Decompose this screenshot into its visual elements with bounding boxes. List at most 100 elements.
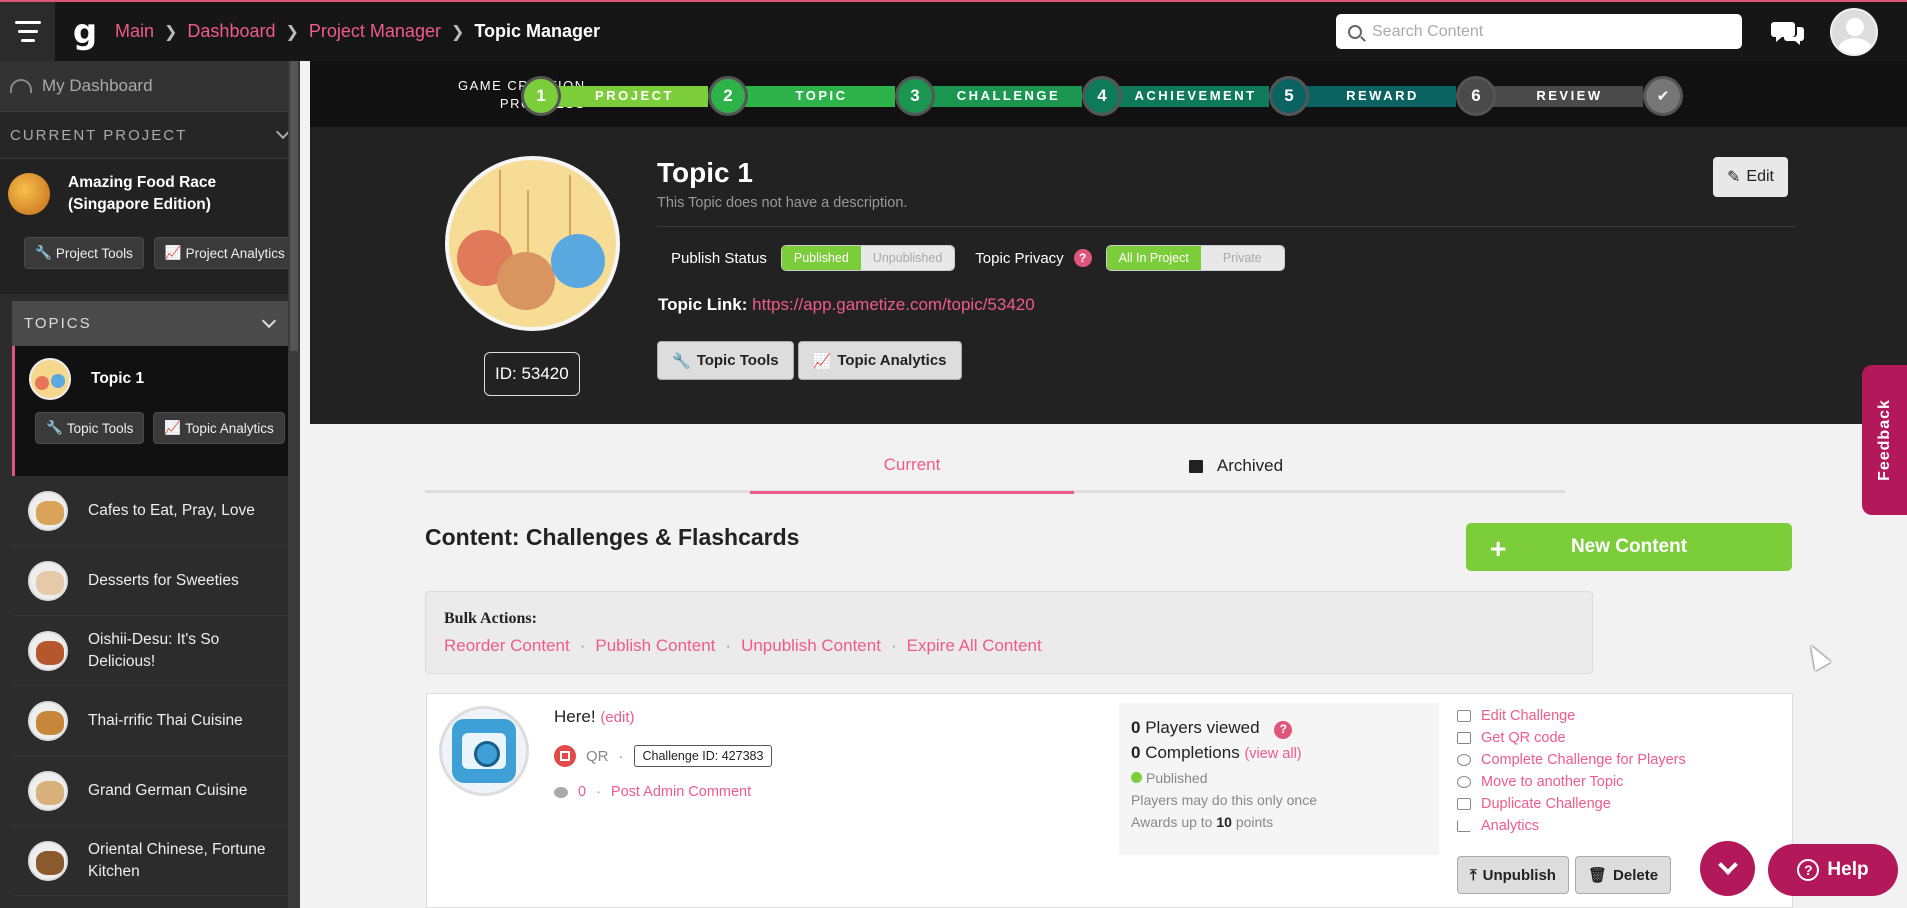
private-option[interactable]: Private bbox=[1200, 246, 1284, 270]
topic-privacy-label: Topic Privacy bbox=[975, 249, 1064, 267]
unpublished-option[interactable]: Unpublished bbox=[860, 246, 955, 270]
topic-privacy-toggle[interactable]: All In Project Private bbox=[1105, 245, 1285, 271]
wrench-icon: 🔧 bbox=[35, 245, 52, 260]
trash-icon: 🗑 bbox=[1587, 867, 1608, 884]
breadcrumb-project-manager[interactable]: Project Manager bbox=[309, 21, 441, 42]
breadcrumb-dashboard[interactable]: Dashboard bbox=[187, 21, 275, 42]
challenge-awards: Awards up to 10 points bbox=[1131, 814, 1274, 830]
gametize-logo[interactable]: g bbox=[55, 2, 115, 61]
challenge-status: Published bbox=[1146, 770, 1208, 786]
top-bar: g Main ❯ Dashboard ❯ Project Manager ❯ T… bbox=[0, 0, 1907, 61]
content-tabs: Current Archived bbox=[425, 438, 1565, 494]
tab-current[interactable]: Current bbox=[750, 438, 1074, 494]
challenge-buttons: ⤒ Unpublish 🗑 Delete bbox=[1457, 856, 1672, 894]
plus-icon: + bbox=[1490, 533, 1507, 564]
menu-icon[interactable] bbox=[0, 2, 55, 61]
chevron-right-icon: ❯ bbox=[285, 23, 299, 41]
progress-step-3[interactable]: 3 bbox=[895, 76, 935, 116]
complete-challenge-link[interactable]: Complete Challenge for Players bbox=[1457, 750, 1686, 769]
all-in-project-option[interactable]: All In Project bbox=[1106, 246, 1201, 270]
view-all-completions-link[interactable]: (view all) bbox=[1244, 746, 1301, 762]
help-icon[interactable]: ? bbox=[1073, 249, 1092, 267]
edit-challenge-link[interactable]: Edit Challenge bbox=[1457, 706, 1686, 725]
expire-all-content-link[interactable]: Expire All Content bbox=[907, 636, 1042, 656]
publish-content-link[interactable]: Publish Content bbox=[595, 636, 715, 656]
delete-button[interactable]: 🗑 Delete bbox=[1574, 856, 1672, 894]
analytics-link[interactable]: Analytics bbox=[1457, 816, 1686, 835]
progress-step-4[interactable]: 4 bbox=[1082, 76, 1122, 116]
progress-step-label: REWARD bbox=[1346, 88, 1419, 103]
post-admin-comment-link[interactable]: Post Admin Comment bbox=[611, 784, 751, 800]
arrow-circle-icon bbox=[1457, 775, 1471, 788]
unpublish-button[interactable]: ⤒ Unpublish bbox=[1457, 856, 1569, 894]
sidebar-item-topic[interactable]: Cafes to Eat, Pray, Love bbox=[12, 476, 288, 546]
tab-archived[interactable]: Archived bbox=[1074, 438, 1398, 494]
sidebar-item-topic[interactable]: Thai-rrific Thai Cuisine bbox=[12, 686, 288, 756]
topic-analytics-button[interactable]: 📈 Topic Analytics bbox=[797, 341, 962, 380]
topic-image bbox=[445, 156, 620, 331]
current-project-header[interactable]: CURRENT PROJECT bbox=[0, 111, 300, 159]
help-button[interactable]: ? Help bbox=[1768, 844, 1898, 896]
comments-count[interactable]: 0 bbox=[578, 784, 586, 800]
topic-tools-button[interactable]: 🔧 Topic Tools bbox=[657, 341, 794, 380]
project-tools-button[interactable]: 🔧 Project Tools bbox=[24, 237, 144, 269]
published-status-dot bbox=[1131, 772, 1142, 783]
content-title: Content: Challenges & Flashcards bbox=[425, 524, 800, 550]
progress-step-6[interactable]: 6 bbox=[1456, 76, 1496, 116]
project-analytics-button[interactable]: 📈 Project Analytics bbox=[153, 237, 296, 269]
chevron-right-icon: ❯ bbox=[450, 23, 465, 41]
challenge-title: Here! bbox=[554, 707, 596, 726]
progress-step-5[interactable]: 5 bbox=[1269, 76, 1309, 116]
help-label: Help bbox=[1827, 859, 1869, 880]
move-topic-link[interactable]: Move to another Topic bbox=[1457, 772, 1686, 791]
sidebar-topic-tools-button[interactable]: 🔧 Topic Tools bbox=[35, 412, 145, 444]
get-qr-code-link[interactable]: Get QR code bbox=[1457, 728, 1686, 747]
reorder-content-link[interactable]: Reorder Content bbox=[444, 636, 570, 656]
comments-row: 0 · Post Admin Comment bbox=[554, 784, 751, 800]
project-tools-label: Project Tools bbox=[55, 245, 133, 261]
progress-step-1[interactable]: 1 bbox=[521, 76, 561, 116]
scroll-down-button[interactable] bbox=[1700, 841, 1755, 896]
progress-step-2[interactable]: 2 bbox=[708, 76, 748, 116]
unpublish-content-link[interactable]: Unpublish Content bbox=[741, 636, 881, 656]
topic-link[interactable]: https://app.gametize.com/topic/53420 bbox=[752, 295, 1035, 314]
search-input[interactable] bbox=[1372, 22, 1712, 41]
progress-step-label: CHALLENGE bbox=[956, 88, 1061, 103]
challenge-meta: QR · Challenge ID: 427383 bbox=[554, 745, 773, 767]
breadcrumb-main[interactable]: Main bbox=[115, 21, 154, 42]
user-avatar[interactable] bbox=[1830, 8, 1878, 56]
sidebar-item-topic[interactable]: Grand German Cuisine bbox=[12, 756, 288, 826]
sidebar-scrollbar[interactable] bbox=[288, 61, 300, 908]
main-content: GAME CREATION PROGRESS PROJECT1TOPIC2CHA… bbox=[310, 61, 1907, 908]
published-option[interactable]: Published bbox=[781, 246, 861, 270]
edit-challenge-inline-link[interactable]: (edit) bbox=[600, 709, 634, 726]
project-thumbnail bbox=[8, 173, 50, 215]
check-icon[interactable]: ✔ bbox=[1643, 76, 1683, 116]
edit-icon bbox=[1457, 709, 1471, 722]
sidebar-item-topic[interactable]: Oishii-Desu: It's So Delicious! bbox=[12, 616, 288, 686]
sidebar-item-topic[interactable]: Desserts for Sweeties bbox=[12, 546, 288, 616]
topic-name: Grand German Cuisine bbox=[88, 781, 248, 799]
sidebar-item-topic[interactable]: Oriental Chinese, Fortune Kitchen bbox=[12, 826, 288, 896]
chevron-right-icon: ❯ bbox=[164, 23, 178, 41]
publish-status-toggle[interactable]: Published Unpublished bbox=[780, 245, 956, 271]
sidebar: My Dashboard CURRENT PROJECT Amazing Foo… bbox=[0, 61, 300, 908]
topics-label: TOPICS bbox=[24, 315, 92, 332]
topic-title: Topic 1 bbox=[657, 157, 753, 188]
feedback-tab[interactable]: Feedback bbox=[1862, 365, 1907, 515]
current-project[interactable]: Amazing Food Race (Singapore Edition) bbox=[0, 159, 300, 229]
upload-icon: ⤒ bbox=[1470, 866, 1477, 884]
chat-icon[interactable] bbox=[1770, 18, 1806, 46]
new-content-button[interactable]: + New Content bbox=[1466, 523, 1792, 571]
topic-buttons: 🔧 Topic Tools 📈 Topic Analytics bbox=[15, 412, 288, 444]
sidebar-item-my-dashboard[interactable]: My Dashboard bbox=[0, 61, 300, 111]
active-topic-row[interactable]: Topic 1 bbox=[15, 346, 288, 412]
chevron-down-icon bbox=[261, 313, 277, 328]
challenge-id-badge: Challenge ID: 427383 bbox=[633, 745, 773, 767]
sidebar-topic-analytics-button[interactable]: 📈 Topic Analytics bbox=[153, 412, 285, 444]
topics-header[interactable]: TOPICS bbox=[12, 301, 288, 346]
edit-topic-button[interactable]: ✎ Edit bbox=[1713, 157, 1788, 197]
progress-step-label: ACHIEVEMENT bbox=[1134, 88, 1257, 103]
duplicate-challenge-link[interactable]: Duplicate Challenge bbox=[1457, 794, 1686, 813]
help-icon[interactable]: ? bbox=[1274, 720, 1293, 739]
